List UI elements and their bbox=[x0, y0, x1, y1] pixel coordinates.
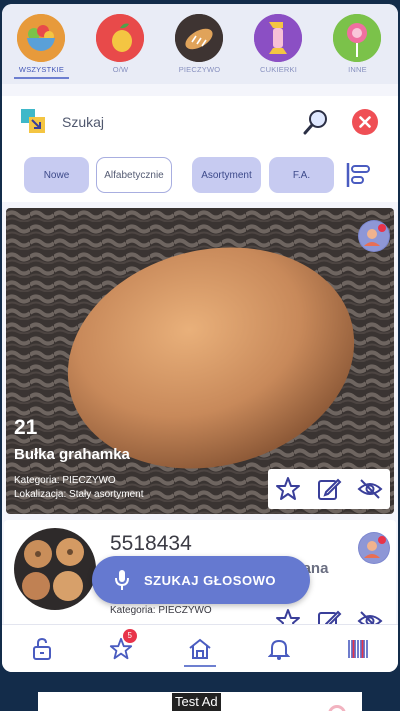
app-logo-icon bbox=[20, 108, 46, 134]
product-category: Kategoria: PIECZYWO bbox=[110, 605, 212, 616]
filter-alphabetical-button[interactable]: Alfabetycznie bbox=[96, 157, 172, 193]
product-category: Kategoria: PIECZYWO bbox=[14, 475, 116, 486]
category-label: WSZYSTKIE bbox=[18, 65, 65, 74]
product-number: 21 bbox=[14, 416, 38, 439]
sort-layout-icon[interactable] bbox=[346, 161, 372, 189]
phone-screen: WSZYSTKIE O/W PIECZYWO CUKIERKI INNE Szu… bbox=[0, 0, 400, 711]
search-input[interactable]: Szukaj bbox=[62, 114, 104, 130]
bottom-nav: 5 bbox=[2, 624, 398, 672]
home-icon bbox=[189, 638, 211, 659]
category-all[interactable]: WSZYSTKIE bbox=[2, 4, 81, 84]
product-thumbnail bbox=[14, 528, 96, 610]
unlock-icon bbox=[32, 637, 51, 660]
filter-assortment-button[interactable]: Asortyment bbox=[192, 157, 261, 193]
category-other[interactable]: INNE bbox=[318, 4, 397, 84]
app-window: WSZYSTKIE O/W PIECZYWO CUKIERKI INNE Szu… bbox=[2, 4, 398, 672]
category-label: INNE bbox=[348, 65, 367, 74]
nav-home[interactable] bbox=[180, 629, 220, 669]
nav-barcode[interactable] bbox=[338, 629, 378, 669]
fruit-icon bbox=[96, 14, 144, 62]
clear-search-button[interactable] bbox=[352, 109, 378, 135]
salad-bowl-icon bbox=[17, 14, 65, 62]
filter-fa-button[interactable]: F.A. bbox=[269, 157, 334, 193]
product-actions bbox=[268, 469, 390, 509]
product-number: 5518434 bbox=[110, 532, 192, 555]
category-bread[interactable]: PIECZYWO bbox=[160, 4, 239, 84]
close-icon bbox=[359, 116, 371, 128]
barcode-icon bbox=[348, 639, 369, 658]
magnifier-icon[interactable] bbox=[302, 108, 330, 136]
category-fruit-veg[interactable]: O/W bbox=[81, 4, 160, 84]
category-bar: WSZYSTKIE O/W PIECZYWO CUKIERKI INNE bbox=[2, 4, 398, 84]
filter-new-button[interactable]: Nowe bbox=[24, 157, 89, 193]
product-meta: Kategoria: PIECZYWO Lokalizacja: Stały a… bbox=[14, 474, 144, 502]
nav-lock[interactable] bbox=[22, 629, 62, 669]
product-card[interactable]: 21 Bułka grahamka Kategoria: PIECZYWO Lo… bbox=[6, 208, 394, 514]
product-location: Lokalizacja: Stały asortyment bbox=[14, 489, 144, 500]
bread-icon bbox=[175, 14, 223, 62]
voice-search-button[interactable]: SZUKAJ GŁOSOWO bbox=[92, 556, 310, 604]
nav-favorites[interactable]: 5 bbox=[101, 628, 141, 669]
nav-notifications[interactable] bbox=[259, 629, 299, 669]
ad-label: Test Ad bbox=[172, 693, 221, 711]
search-row: Szukaj bbox=[2, 96, 398, 146]
category-label: PIECZYWO bbox=[178, 65, 221, 74]
favorites-count-badge: 5 bbox=[122, 628, 137, 643]
lollipop-icon bbox=[333, 14, 381, 62]
star-icon[interactable] bbox=[275, 476, 301, 502]
filter-row: Nowe Alfabetycznie Asortyment F.A. bbox=[2, 146, 398, 202]
category-label: O/W bbox=[112, 65, 129, 74]
hide-eye-icon[interactable] bbox=[357, 476, 383, 502]
category-label: CUKIERKI bbox=[259, 65, 298, 74]
microphone-icon bbox=[115, 570, 129, 590]
bell-icon bbox=[268, 639, 291, 660]
user-badge-icon[interactable] bbox=[358, 532, 390, 564]
user-badge-icon[interactable] bbox=[358, 220, 390, 252]
category-candy[interactable]: CUKIERKI bbox=[239, 4, 318, 84]
voice-search-label: SZUKAJ GŁOSOWO bbox=[144, 572, 276, 588]
candy-icon bbox=[254, 14, 302, 62]
edit-icon[interactable] bbox=[316, 476, 342, 502]
product-name: Bułka grahamka bbox=[14, 446, 130, 463]
